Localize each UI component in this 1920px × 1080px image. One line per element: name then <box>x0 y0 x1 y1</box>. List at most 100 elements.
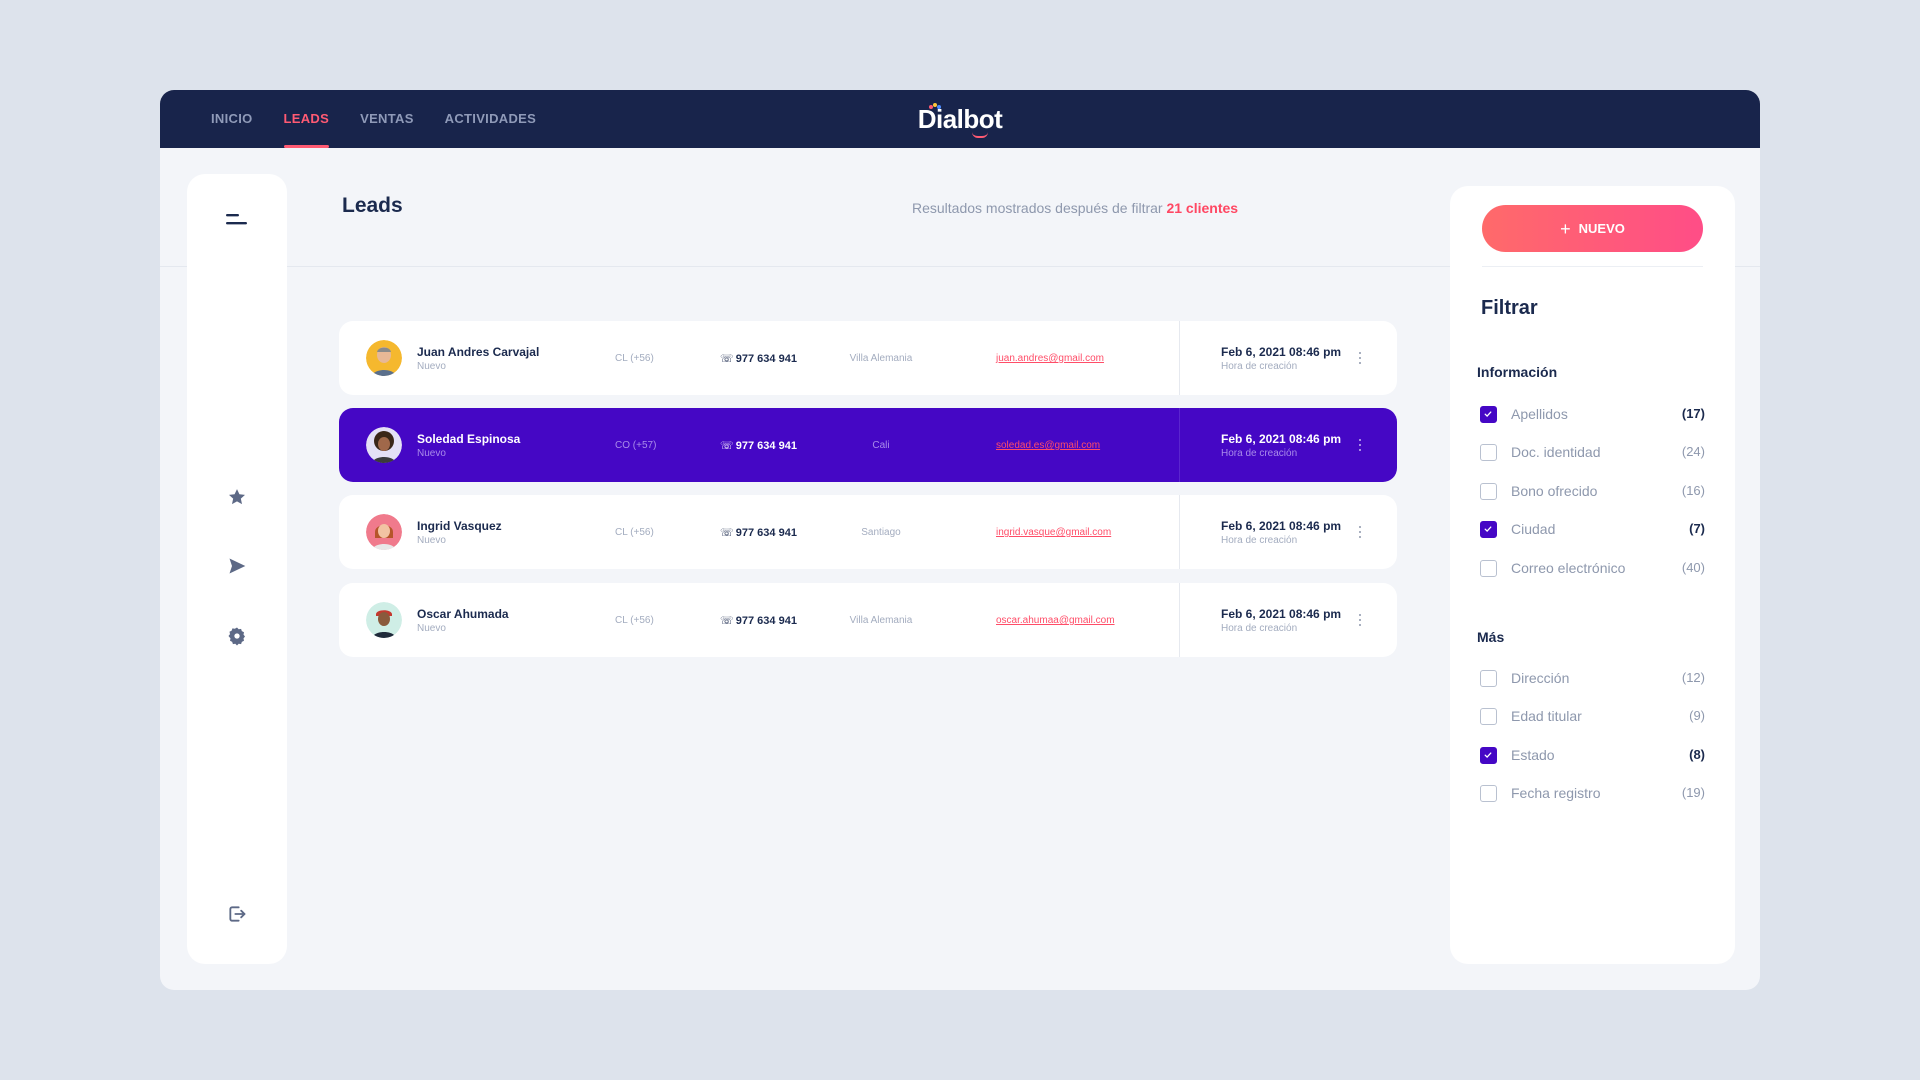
filter-title: Filtrar <box>1481 297 1538 319</box>
lead-phone[interactable]: ☏ 977 634 941 <box>720 352 797 365</box>
lead-phone[interactable]: ☏ 977 634 941 <box>720 439 797 452</box>
lead-date: Feb 6, 2021 08:46 pm <box>1221 607 1342 621</box>
more-options-icon[interactable] <box>1355 436 1365 454</box>
checkbox[interactable] <box>1480 444 1497 461</box>
results-text: Resultados mostrados después de filtrar <box>912 200 1163 216</box>
checkbox[interactable] <box>1480 560 1497 577</box>
lead-date-label: Hora de creación <box>1221 535 1298 546</box>
menu-icon[interactable] <box>225 208 249 232</box>
new-lead-button[interactable]: + NUEVO <box>1482 205 1703 252</box>
lead-email-link[interactable]: juan.andres@gmail.com <box>996 353 1104 364</box>
panel-divider <box>1482 266 1703 267</box>
checkbox-checked[interactable] <box>1480 521 1497 538</box>
nav-item-actividades[interactable]: ACTIVIDADES <box>445 90 536 148</box>
filter-count: (7) <box>1689 521 1705 536</box>
phone-icon: ☏ <box>720 353 734 365</box>
lead-city: Villa Alemania <box>849 615 913 626</box>
filter-label: Fecha registro <box>1511 785 1601 801</box>
avatar <box>366 427 402 463</box>
filter-label: Dirección <box>1511 670 1570 686</box>
phone-icon: ☏ <box>720 527 734 539</box>
filter-count: (9) <box>1689 708 1705 723</box>
lead-status: Nuevo <box>417 535 446 546</box>
lead-name: Oscar Ahumada <box>417 607 509 621</box>
phone-number: 977 634 941 <box>735 527 797 539</box>
filter-panel: + NUEVO Filtrar Información Apellidos (1… <box>1450 186 1735 964</box>
nav-item-inicio[interactable]: INICIO <box>211 90 253 148</box>
lead-row[interactable]: Soledad Espinosa Nuevo CO (+57) ☏ 977 634… <box>339 408 1397 482</box>
phone-number: 977 634 941 <box>735 615 797 627</box>
results-count: 21 clientes <box>1166 200 1239 216</box>
column-divider <box>1179 583 1180 657</box>
filter-item-bono-ofrecido[interactable]: Bono ofrecido (16) <box>1480 479 1705 503</box>
section-title-informacion: Información <box>1477 364 1558 380</box>
more-options-icon[interactable] <box>1355 349 1365 367</box>
lead-city: Villa Alemania <box>849 353 913 364</box>
section-title-mas: Más <box>1477 629 1505 645</box>
filter-label: Correo electrónico <box>1511 560 1626 576</box>
country-code: CL (+56) <box>615 353 654 364</box>
send-icon[interactable] <box>225 554 249 578</box>
filter-item-apellidos[interactable]: Apellidos (17) <box>1480 402 1705 426</box>
lead-name: Juan Andres Carvajal <box>417 345 540 359</box>
lead-email-link[interactable]: ingrid.vasque@gmail.com <box>996 527 1111 538</box>
avatar <box>366 340 402 376</box>
checkbox[interactable] <box>1480 785 1497 802</box>
filter-label: Edad titular <box>1511 708 1582 724</box>
lead-date-label: Hora de creación <box>1221 623 1298 634</box>
checkbox[interactable] <box>1480 708 1497 725</box>
logo-smile <box>972 132 988 138</box>
column-divider <box>1179 321 1180 395</box>
top-bar: INICIO LEADS VENTAS ACTIVIDADES Dialbot <box>160 90 1760 148</box>
country-code: CL (+56) <box>615 615 654 626</box>
checkbox[interactable] <box>1480 670 1497 687</box>
lead-date-label: Hora de creación <box>1221 361 1298 372</box>
lead-row[interactable]: Ingrid Vasquez Nuevo CL (+56) ☏ 977 634 9… <box>339 495 1397 569</box>
checkbox-checked[interactable] <box>1480 747 1497 764</box>
filter-item-estado[interactable]: Estado (8) <box>1480 743 1705 767</box>
filter-item-direccion[interactable]: Dirección (12) <box>1480 666 1705 690</box>
left-sidebar <box>187 174 287 964</box>
filter-label: Ciudad <box>1511 521 1556 537</box>
results-summary: Resultados mostrados después de filtrar … <box>912 200 1238 216</box>
lead-city: Santiago <box>861 527 901 538</box>
filter-item-correo-electronico[interactable]: Correo electrónico (40) <box>1480 556 1705 580</box>
new-button-label: NUEVO <box>1578 221 1625 236</box>
settings-icon[interactable] <box>225 624 249 648</box>
filter-count: (8) <box>1689 747 1705 762</box>
country-code: CO (+57) <box>615 440 657 451</box>
checkbox-checked[interactable] <box>1480 406 1497 423</box>
filter-label: Bono ofrecido <box>1511 483 1598 499</box>
more-options-icon[interactable] <box>1355 611 1365 629</box>
lead-email-link[interactable]: oscar.ahumaa@gmail.com <box>996 615 1115 626</box>
nav-item-leads[interactable]: LEADS <box>283 90 330 148</box>
avatar <box>366 514 402 550</box>
lead-city: Cali <box>872 440 890 451</box>
more-options-icon[interactable] <box>1355 523 1365 541</box>
lead-row[interactable]: Juan Andres Carvajal Nuevo CL (+56) ☏ 977… <box>339 321 1397 395</box>
lead-row[interactable]: Oscar Ahumada Nuevo CL (+56) ☏ 977 634 94… <box>339 583 1397 657</box>
filter-count: (12) <box>1681 670 1705 685</box>
plus-icon: + <box>1560 218 1571 239</box>
filter-item-fecha-registro[interactable]: Fecha registro (19) <box>1480 781 1705 805</box>
lead-status: Nuevo <box>417 623 446 634</box>
filter-label: Apellidos <box>1511 406 1568 422</box>
star-icon[interactable] <box>225 485 249 509</box>
filter-item-edad-titular[interactable]: Edad titular (9) <box>1480 704 1705 728</box>
phone-icon: ☏ <box>720 615 734 627</box>
column-divider <box>1179 408 1180 482</box>
lead-date: Feb 6, 2021 08:46 pm <box>1221 519 1342 533</box>
filter-label: Doc. identidad <box>1511 444 1601 460</box>
filter-item-ciudad[interactable]: Ciudad (7) <box>1480 517 1705 541</box>
lead-email-link[interactable]: soledad.es@gmail.com <box>996 440 1100 451</box>
lead-phone[interactable]: ☏ 977 634 941 <box>720 614 797 627</box>
filter-item-doc-identidad[interactable]: Doc. identidad (24) <box>1480 440 1705 464</box>
lead-name: Soledad Espinosa <box>417 432 521 446</box>
lead-date-label: Hora de creación <box>1221 448 1298 459</box>
lead-phone[interactable]: ☏ 977 634 941 <box>720 526 797 539</box>
logout-icon[interactable] <box>225 902 249 926</box>
checkbox[interactable] <box>1480 483 1497 500</box>
phone-icon: ☏ <box>720 440 734 452</box>
nav-item-ventas[interactable]: VENTAS <box>360 90 414 148</box>
main-nav: INICIO LEADS VENTAS ACTIVIDADES <box>211 90 536 148</box>
